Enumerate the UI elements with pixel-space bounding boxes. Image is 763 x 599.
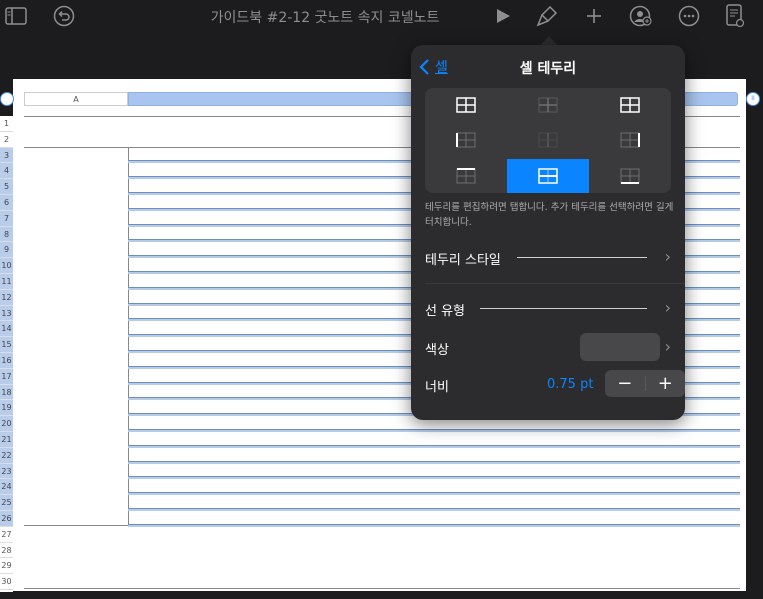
color-row[interactable]: 색상 › [425, 333, 671, 361]
row-number[interactable]: 27 [0, 527, 13, 543]
row-number[interactable]: 23 [0, 463, 13, 480]
chevron-right-icon: › [664, 298, 671, 317]
row-number[interactable]: 2 [0, 132, 13, 148]
row-number[interactable]: 20 [0, 416, 13, 432]
border-left-icon [455, 132, 476, 148]
border-preset-grid [425, 88, 671, 193]
border-top-button[interactable] [425, 158, 507, 193]
width-label: 너비 [425, 380, 449, 395]
width-decrease-button[interactable]: − [605, 370, 645, 397]
row-number[interactable]: 19 [0, 400, 13, 417]
row-number[interactable]: 22 [0, 447, 13, 464]
line-type-preview [480, 308, 647, 309]
selection-handle-left[interactable] [0, 92, 14, 106]
row-number[interactable]: 8 [0, 226, 13, 243]
line-type-row[interactable]: 선 유형 › [425, 296, 671, 320]
row-number[interactable]: 14 [0, 321, 13, 338]
row-number[interactable]: 30 [0, 574, 13, 590]
color-swatch[interactable] [580, 333, 660, 361]
document-settings-icon[interactable] [723, 4, 747, 28]
chevron-right-icon: › [664, 247, 671, 266]
note-line [128, 508, 740, 511]
border-right-icon [620, 132, 641, 148]
note-line [128, 523, 740, 527]
note-line [128, 492, 740, 496]
note-line [128, 476, 740, 480]
chevron-right-icon: › [664, 337, 671, 356]
border-style-row[interactable]: 테두리 스타일 › [425, 245, 671, 269]
border-style-label: 테두리 스타일 [425, 253, 501, 268]
border-outer-icon [620, 97, 641, 113]
row-number[interactable]: 12 [0, 289, 13, 306]
border-left-button[interactable] [425, 123, 507, 158]
border-horizontal-inner-icon [538, 168, 558, 184]
border-right-button[interactable] [589, 123, 671, 158]
row-number[interactable]: 28 [0, 543, 13, 559]
width-stepper: − + [605, 370, 685, 397]
border-bottom-button[interactable] [589, 158, 671, 193]
border-all-icon [455, 97, 476, 113]
border-horizontal-inner-button[interactable] [507, 158, 589, 193]
border-vertical-inner-button[interactable] [507, 123, 589, 158]
row-header-column: 1 2 3 4 5 6 7 8 9 10 11 12 13 14 15 16 17 18 19 20 21 22 23 24 2… [0, 116, 13, 592]
row-number[interactable]: 6 [0, 195, 13, 211]
border-inner-button[interactable] [507, 88, 589, 123]
border-style-preview [517, 257, 647, 258]
border-all-button[interactable] [425, 88, 507, 123]
cell-border-popover: 셀 셀 테두리 테두리를 편집하려면 탭합니다. 추가 테두리를 선택하려면 길… [411, 45, 685, 420]
row-number[interactable]: 13 [0, 305, 13, 322]
paintbrush-icon[interactable] [535, 4, 559, 28]
border-top-icon [456, 167, 476, 184]
row-number[interactable]: 11 [0, 274, 13, 290]
row-number[interactable]: 9 [0, 242, 13, 259]
width-value[interactable]: 0.75 pt [547, 377, 593, 392]
row-number[interactable]: 15 [0, 337, 13, 353]
selection-handle-right[interactable]: II [746, 92, 760, 106]
border-hint-text: 테두리를 편집하려면 탭합니다. 추가 테두리를 선택하려면 길게 터치합니다. [425, 202, 674, 228]
row-number[interactable]: 25 [0, 495, 13, 511]
popover-title: 셀 테두리 [519, 61, 577, 77]
more-icon[interactable] [677, 4, 701, 28]
row-number[interactable]: 5 [0, 179, 13, 195]
section-separator [425, 283, 685, 284]
row-number[interactable]: 16 [0, 353, 13, 369]
line-type-label: 선 유형 [425, 304, 466, 319]
row-number[interactable]: 21 [0, 432, 13, 448]
column-header-a[interactable]: A [24, 92, 128, 106]
row-number[interactable]: 7 [0, 210, 13, 227]
plus-icon[interactable] [582, 4, 606, 28]
note-line [128, 429, 740, 432]
width-row: 너비 0.75 pt − + [425, 370, 685, 397]
border-vertical-inner-icon [538, 132, 558, 148]
row-number[interactable]: 24 [0, 479, 13, 496]
row-number[interactable]: 10 [0, 258, 13, 274]
row-number[interactable]: 26 [0, 511, 13, 527]
border-bottom-icon [620, 168, 640, 184]
border-inner-icon [538, 97, 558, 113]
collaborate-icon[interactable] [629, 4, 653, 28]
note-line [128, 460, 740, 464]
row-number[interactable]: 1 [0, 116, 13, 132]
table-bottom-border [24, 588, 740, 589]
row-number[interactable]: 29 [0, 558, 13, 575]
row-number[interactable]: 17 [0, 368, 13, 385]
row-number[interactable]: 3 [0, 147, 13, 164]
width-increase-button[interactable]: + [646, 370, 686, 397]
color-label: 색상 [425, 343, 449, 358]
border-outer-button[interactable] [589, 88, 671, 123]
row-number[interactable]: 18 [0, 384, 13, 401]
note-line [128, 444, 740, 448]
row-number[interactable]: 4 [0, 163, 13, 180]
top-toolbar: 가이드북 #2-12 굿노트 속지 코넬노트 [0, 0, 763, 33]
play-icon[interactable] [491, 4, 515, 28]
